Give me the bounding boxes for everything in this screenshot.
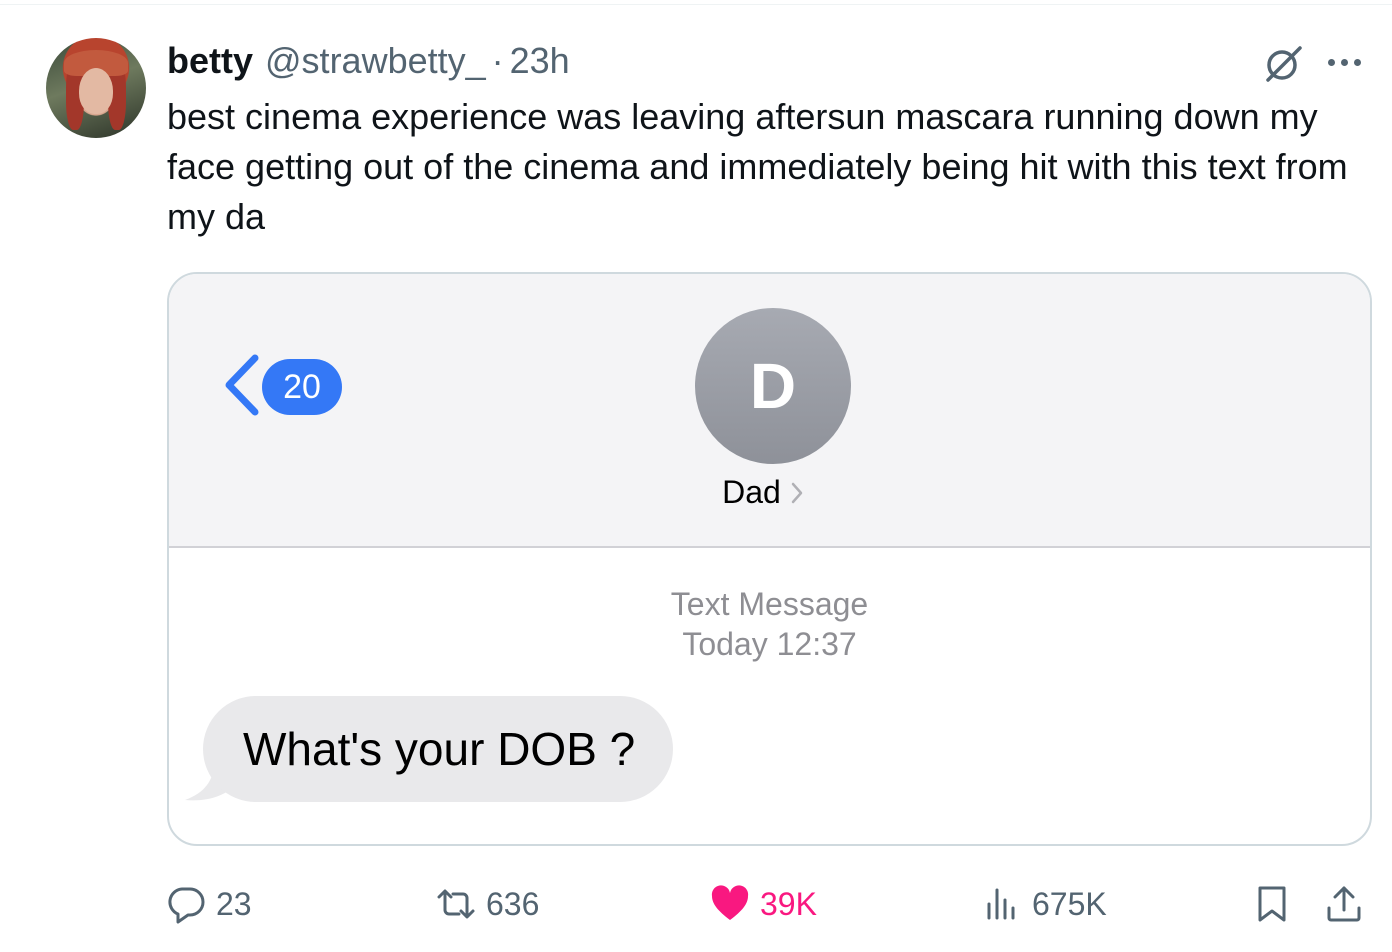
separator-dot: ·: [491, 40, 504, 81]
like-button[interactable]: 39K: [710, 878, 817, 930]
like-count: 39K: [760, 885, 817, 922]
message-time: Today 12:37: [682, 626, 857, 662]
more-icon[interactable]: [1328, 50, 1372, 74]
reply-count: 23: [216, 885, 252, 922]
tweet-text: best cinema experience was leaving after…: [167, 96, 1348, 237]
repost-count: 636: [486, 885, 540, 922]
contact-avatar: D: [695, 308, 851, 464]
author-handle[interactable]: @strawbetty_: [265, 40, 486, 82]
heart-icon: [711, 885, 749, 920]
tweet-actions: 23 636 39K 675K: [0, 878, 1392, 930]
bookmark-button[interactable]: [1252, 878, 1302, 930]
share-icon: [1327, 886, 1361, 922]
author-name[interactable]: betty: [167, 40, 253, 82]
share-button[interactable]: [1324, 878, 1374, 930]
contact-name-row: Dad: [169, 474, 1370, 511]
views-button[interactable]: 675K: [982, 878, 1107, 930]
grok-icon[interactable]: [1262, 44, 1306, 84]
tweet: betty @strawbetty_ · 23h best cinema exp…: [0, 0, 1392, 952]
tweet-timestamp[interactable]: 23h: [510, 40, 570, 82]
reply-button[interactable]: 23: [166, 878, 252, 930]
chevron-right-icon: [791, 482, 803, 503]
divider: [0, 4, 1392, 5]
tweet-header: betty @strawbetty_ · 23h: [167, 40, 570, 84]
unread-count-badge: 20: [262, 359, 342, 415]
message-bubble: What's your DOB ?: [203, 696, 674, 802]
attached-image[interactable]: 20 D Dad Text Message Today 12:37 What's…: [167, 272, 1372, 846]
more-dot: [1341, 58, 1348, 66]
message-type: Text Message: [670, 586, 869, 622]
views-count: 675K: [1032, 885, 1107, 922]
back-chevron-icon: [225, 354, 259, 416]
avatar-face: [79, 68, 113, 114]
message-meta: Text Message Today 12:37: [169, 584, 1370, 664]
message-bubble-wrap: What's your DOB ?: [185, 696, 674, 802]
views-icon: [987, 888, 1015, 920]
bookmark-icon: [1258, 886, 1286, 922]
more-dot: [1354, 58, 1361, 66]
contact-name: Dad: [722, 474, 781, 510]
repost-button[interactable]: 636: [436, 878, 539, 930]
reply-icon: [168, 887, 205, 924]
messages-header: 20 D Dad: [169, 274, 1370, 548]
more-dot: [1328, 58, 1335, 66]
repost-icon: [437, 889, 475, 919]
author-avatar[interactable]: [46, 38, 146, 138]
